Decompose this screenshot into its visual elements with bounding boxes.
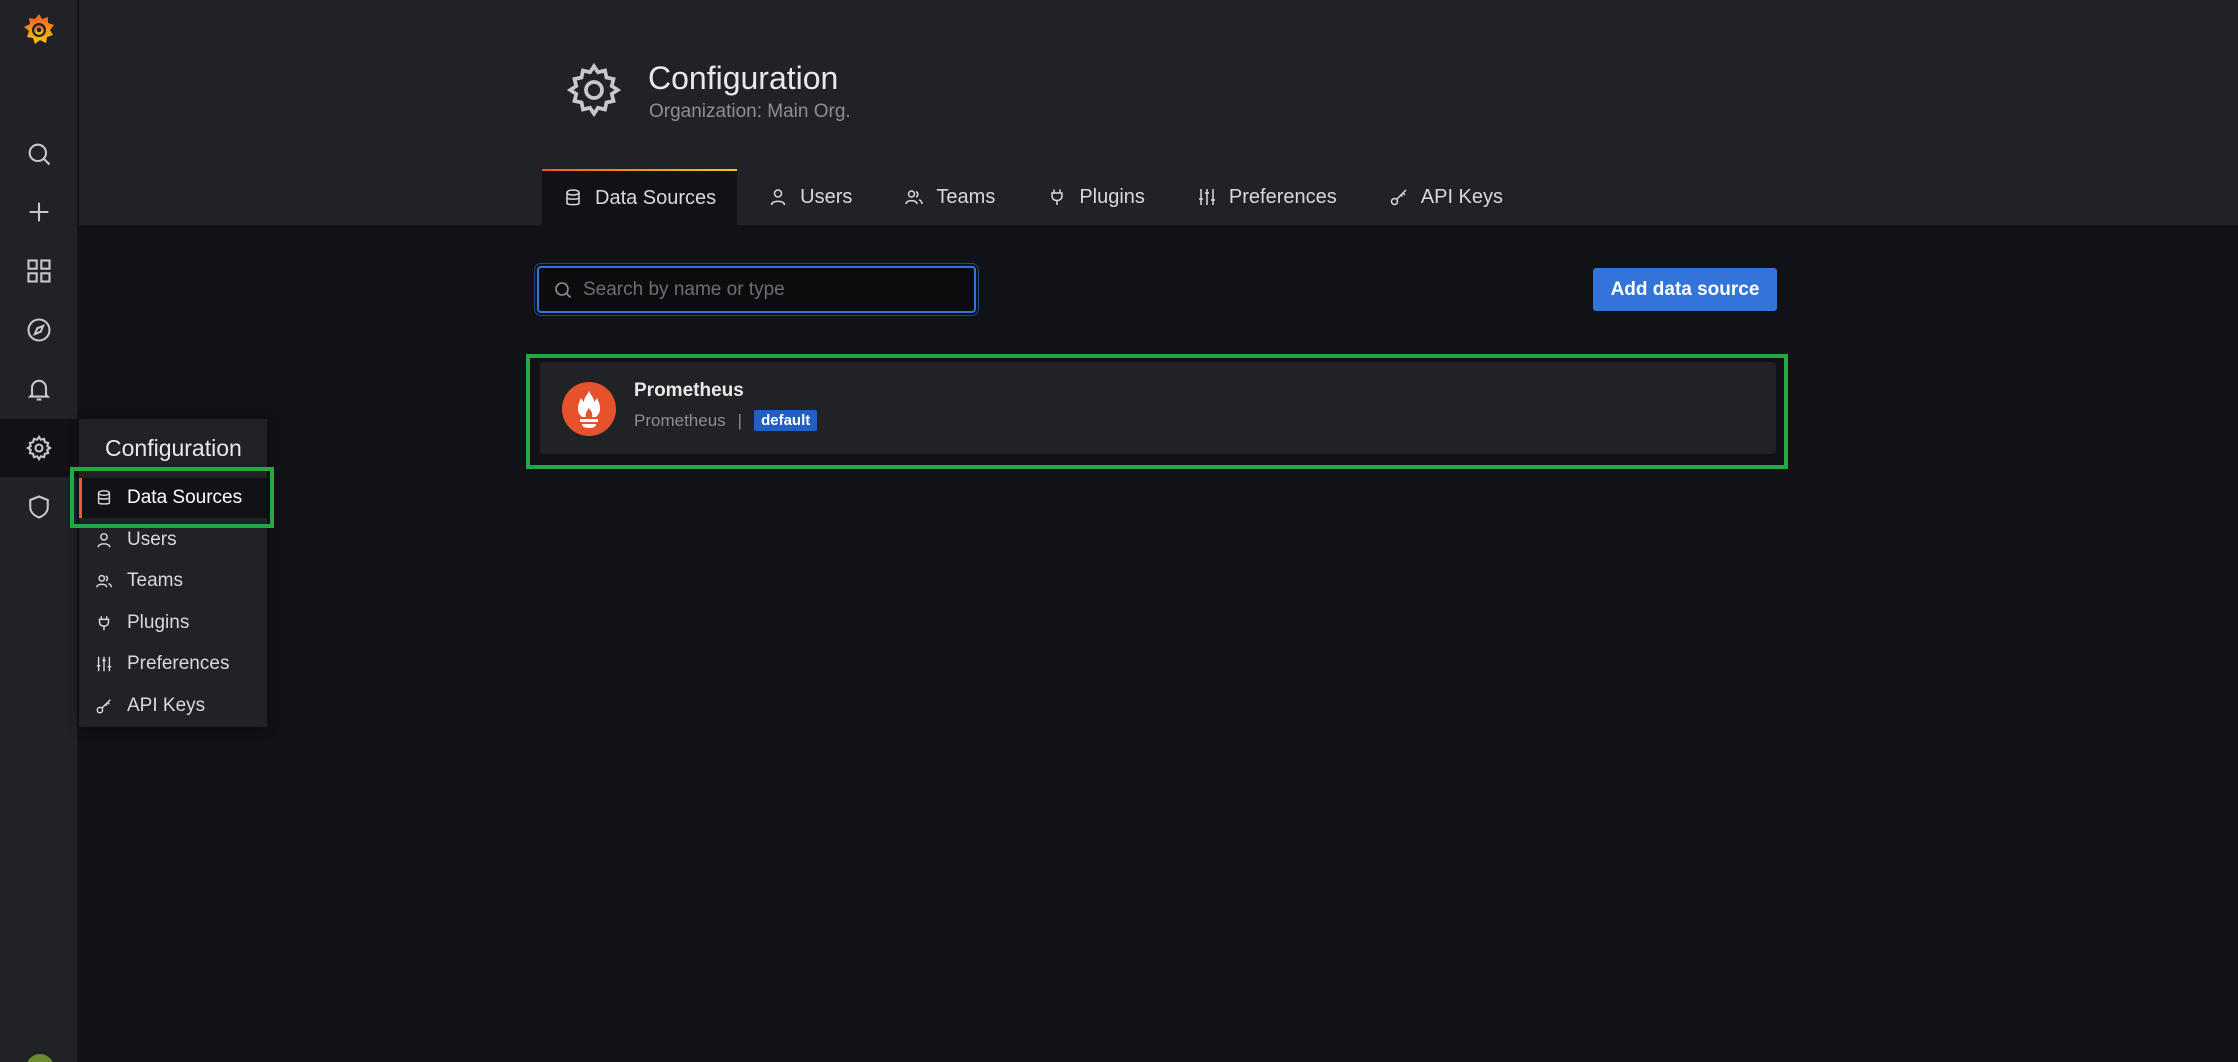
- plus-icon[interactable]: [0, 183, 78, 241]
- database-icon: [566, 189, 580, 206]
- bell-icon[interactable]: [0, 360, 78, 418]
- key-icon: [96, 699, 111, 714]
- dropdown-item-teams[interactable]: Teams: [79, 561, 267, 601]
- search-input[interactable]: [583, 278, 943, 301]
- plug-icon: [1051, 189, 1064, 205]
- user-icon: [97, 532, 111, 548]
- tab-label: Data Sources: [595, 186, 717, 209]
- sliders-icon: [1198, 189, 1215, 205]
- tab-users[interactable]: Users: [747, 169, 873, 225]
- dashboards-icon[interactable]: [0, 242, 78, 300]
- list-item[interactable]: Prometheus Prometheus | default: [540, 362, 1776, 454]
- separator: |: [737, 410, 743, 430]
- dropdown-item-label: API Keys: [127, 695, 206, 716]
- plug-icon: [98, 616, 110, 631]
- search-box: [537, 266, 976, 313]
- dropdown-item-label: Teams: [127, 570, 183, 591]
- tab-plugins[interactable]: Plugins: [1026, 169, 1166, 225]
- dropdown-item-api-keys[interactable]: API Keys: [79, 686, 267, 726]
- tab-data-sources[interactable]: Data Sources: [542, 169, 738, 225]
- page-subtitle: Organization: Main Org.: [649, 101, 851, 122]
- users-icon: [96, 574, 112, 588]
- search-icon: [555, 281, 572, 298]
- datasource-meta: Prometheus | default: [634, 410, 818, 431]
- tab-label: Users: [800, 185, 853, 208]
- tab-label: Preferences: [1228, 185, 1337, 208]
- dropdown-item-label: Plugins: [127, 612, 190, 633]
- key-icon: [1390, 189, 1407, 206]
- user-icon: [770, 189, 786, 206]
- dropdown-title[interactable]: Configuration: [105, 435, 242, 462]
- compass-icon[interactable]: [0, 301, 78, 359]
- tab-preferences[interactable]: Preferences: [1176, 169, 1358, 225]
- datasource-type: Prometheus: [634, 410, 726, 430]
- side-menu: [0, 0, 78, 1062]
- dropdown-item-label: Users: [127, 529, 177, 550]
- tab-api-keys[interactable]: API Keys: [1368, 169, 1524, 225]
- page-title: Configuration: [648, 60, 839, 96]
- gear-icon[interactable]: [0, 419, 78, 477]
- dropdown-item-preferences[interactable]: Preferences: [79, 644, 267, 684]
- tab-bar: Data Sources Users Teams Plugins Prefere…: [542, 169, 1534, 225]
- default-badge: default: [754, 410, 818, 431]
- tab-label: Plugins: [1079, 185, 1145, 208]
- tab-label: Teams: [936, 185, 996, 208]
- dropdown-item-plugins[interactable]: Plugins: [79, 603, 267, 643]
- dropdown-item-label: Preferences: [127, 653, 230, 674]
- grafana-logo-icon[interactable]: [21, 11, 57, 47]
- add-data-source-button[interactable]: Add data source: [1593, 268, 1777, 311]
- tab-teams[interactable]: Teams: [883, 169, 1016, 225]
- avatar[interactable]: [26, 1054, 54, 1062]
- users-icon: [905, 190, 924, 205]
- gear-icon: [564, 60, 624, 120]
- sliders-icon: [96, 656, 112, 672]
- configuration-dropdown: Configuration Data Sources Users Teams P…: [79, 419, 267, 727]
- tab-label: API Keys: [1420, 185, 1504, 208]
- prometheus-logo-icon: [562, 382, 616, 436]
- shield-icon[interactable]: [0, 478, 78, 536]
- highlight-box: [70, 467, 274, 528]
- datasource-name[interactable]: Prometheus: [634, 380, 744, 402]
- search-icon[interactable]: [0, 125, 78, 183]
